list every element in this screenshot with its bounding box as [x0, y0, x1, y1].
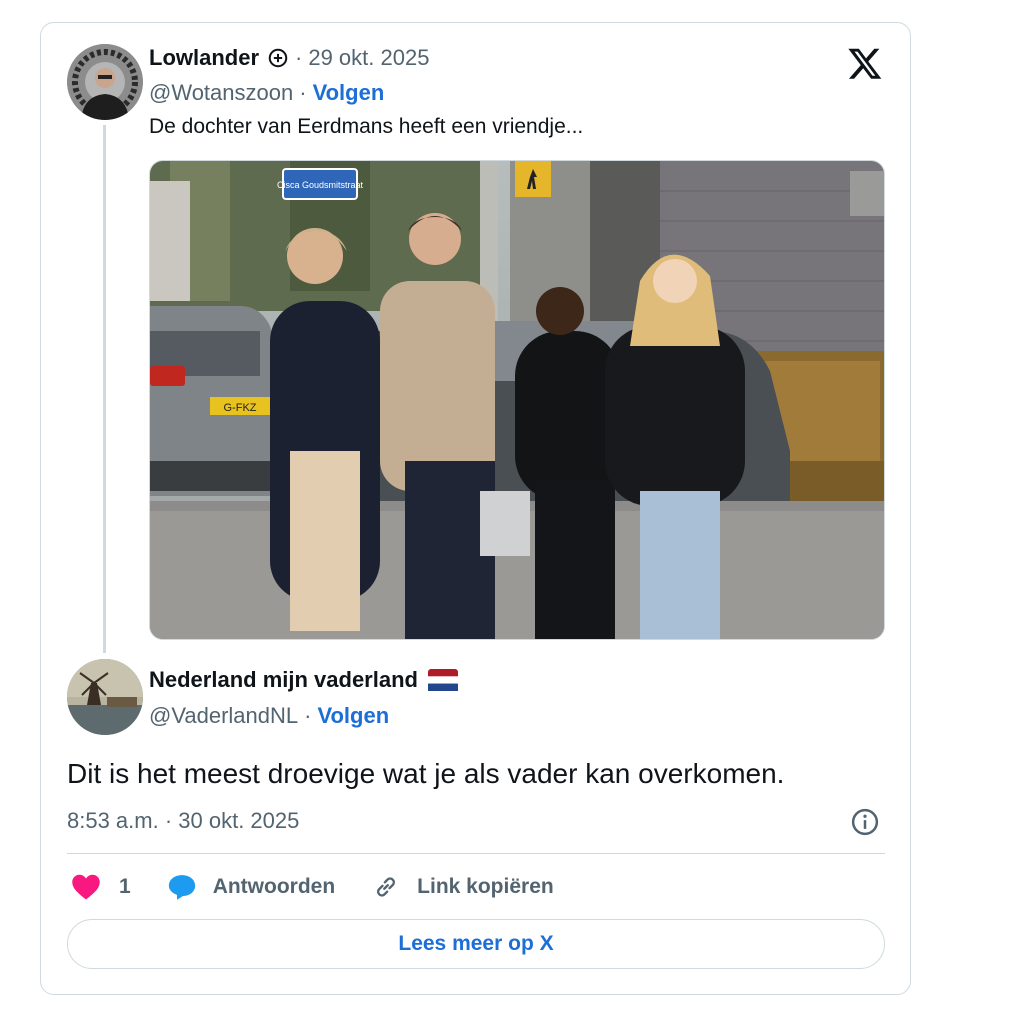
circle-plus-icon — [268, 48, 288, 68]
author-name[interactable]: Lowlander — [149, 45, 259, 71]
follow-button[interactable]: Volgen — [313, 80, 385, 106]
embedded-tweet-card: Lowlander · 29 okt. 2025 @Wotanszoon · V… — [40, 22, 911, 995]
copy-link-button[interactable]: Link kopiëren — [371, 873, 554, 901]
author-handle[interactable]: @Wotanszoon — [149, 80, 293, 106]
avatar-image — [67, 659, 143, 735]
netherlands-flag-icon — [427, 669, 458, 691]
separator-dot: · — [299, 80, 307, 105]
tweet-timestamp[interactable]: 8:53 a.m. · 30 okt. 2025 — [67, 808, 299, 834]
reply-handle-row: @VaderlandNL · Volgen — [149, 703, 389, 729]
thread-line — [103, 125, 106, 653]
tweet-media-photo[interactable]: Cisca Goudsmitstraat G-FKZ — [149, 160, 885, 640]
author-name[interactable]: Nederland mijn vaderland — [149, 667, 418, 693]
divider — [67, 853, 885, 854]
separator-dot: · — [295, 45, 303, 70]
quoted-tweet-text: De dochter van Eerdmans heeft een vriend… — [149, 115, 584, 138]
tweet-date[interactable]: 29 okt. 2025 — [308, 45, 429, 71]
heart-icon — [72, 874, 100, 900]
link-icon — [377, 877, 396, 897]
avatar-lowlander[interactable] — [67, 44, 143, 120]
info-icon[interactable] — [850, 807, 880, 837]
avatar-vaderlandnl[interactable] — [67, 659, 143, 735]
like-count: 1 — [119, 875, 131, 898]
avatar-image — [67, 44, 143, 120]
reply-label: Antwoorden — [212, 875, 336, 898]
street-sign-text: Cisca Goudsmitstraat — [277, 180, 364, 190]
author-handle[interactable]: @VaderlandNL — [149, 703, 298, 729]
reply-button[interactable]: Antwoorden — [167, 873, 335, 901]
x-logo-icon[interactable] — [847, 45, 883, 81]
separator-dot: · — [304, 703, 312, 728]
read-more-button[interactable]: Lees meer op X — [67, 919, 885, 969]
quoted-header-row: Lowlander · 29 okt. 2025 — [149, 45, 429, 71]
copy-link-label: Link kopiëren — [417, 875, 554, 898]
reply-header-row: Nederland mijn vaderland — [149, 667, 458, 693]
reply-tweet-text: Dit is het meest droevige wat je als vad… — [67, 758, 785, 789]
photo-illustration: Cisca Goudsmitstraat G-FKZ — [150, 161, 884, 639]
action-bar: 1 Antwoorden Link kopiëren — [71, 871, 590, 903]
follow-button[interactable]: Volgen — [317, 703, 389, 729]
speech-bubble-icon — [168, 875, 195, 900]
license-plate-text: G-FKZ — [224, 402, 257, 414]
quoted-handle-row: @Wotanszoon · Volgen — [149, 80, 384, 106]
like-button[interactable]: 1 — [71, 873, 131, 901]
